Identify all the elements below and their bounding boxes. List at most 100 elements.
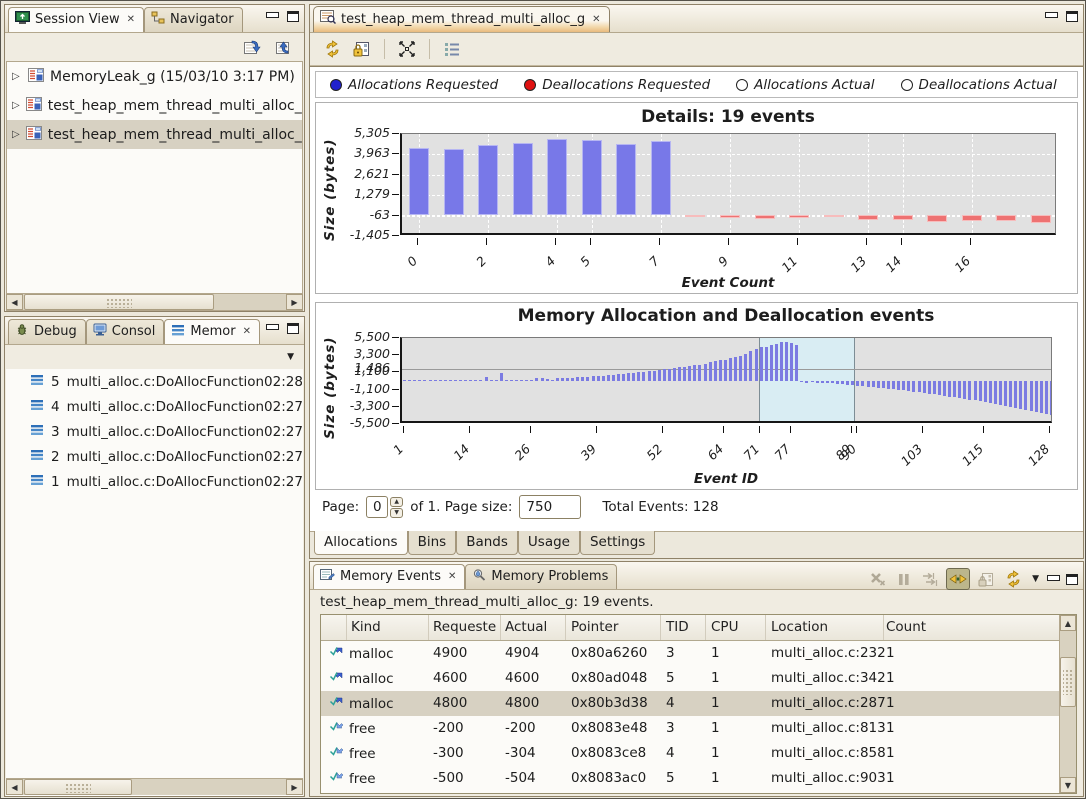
allocation-bar bbox=[561, 378, 564, 381]
minimize-button[interactable] bbox=[266, 323, 279, 334]
tab-navigator-label: Navigator bbox=[170, 12, 234, 27]
deallocation-bar bbox=[877, 381, 880, 388]
overview-chart-plot[interactable] bbox=[400, 337, 1052, 423]
deallocation-bar bbox=[1050, 381, 1052, 415]
minimize-button[interactable] bbox=[1045, 11, 1058, 22]
tab-session-view[interactable]: Session View ✕ bbox=[8, 7, 144, 32]
column-header-location[interactable]: Location bbox=[771, 619, 828, 635]
minimize-button[interactable] bbox=[266, 11, 279, 22]
remove-events-button-disabled[interactable] bbox=[868, 569, 888, 589]
legend-item-label: Allocations Actual bbox=[754, 77, 874, 93]
lock-view-button[interactable] bbox=[350, 37, 374, 61]
scroll-thumb[interactable] bbox=[24, 779, 132, 795]
callstack-item[interactable]: 2multi_alloc.c:DoAllocFunction02:277 bbox=[6, 444, 303, 469]
column-header-count[interactable]: Count bbox=[886, 619, 926, 635]
scroll-left-button[interactable]: ◀ bbox=[6, 779, 23, 795]
tab-editor[interactable]: test_heap_mem_thread_multi_alloc_g ✕ bbox=[313, 6, 610, 32]
scroll-up-button[interactable]: ▲ bbox=[1060, 615, 1076, 631]
analysis-tab-settings[interactable]: Settings bbox=[580, 531, 655, 555]
callstack-item[interactable]: 4multi_alloc.c:DoAllocFunction02:277 bbox=[6, 394, 303, 419]
tab-memory-events[interactable]: Memory Events ✕ bbox=[313, 564, 465, 589]
deallocation-bar bbox=[958, 381, 961, 398]
cell-actual: 4904 bbox=[505, 645, 539, 661]
page-spin-down-button[interactable]: ▼ bbox=[390, 508, 403, 518]
page-spin-up-button[interactable]: ▲ bbox=[390, 497, 403, 507]
kind-label: free bbox=[349, 746, 376, 762]
allocation-bar bbox=[683, 367, 686, 381]
callstack-item[interactable]: 5multi_alloc.c:DoAllocFunction02:287 bbox=[6, 369, 303, 394]
analysis-tab-bands[interactable]: Bands bbox=[456, 531, 518, 555]
refresh-button[interactable] bbox=[320, 37, 344, 61]
page-size-input[interactable]: 750 bbox=[519, 495, 581, 519]
session-tree-item[interactable]: ▷test_heap_mem_thread_multi_alloc_g (1 bbox=[7, 120, 302, 149]
scroll-right-button[interactable]: ▶ bbox=[286, 294, 303, 310]
view-menu-icon[interactable]: ▼ bbox=[287, 352, 294, 362]
table-row[interactable]: free-500-5040x8083ac051multi_alloc.c:903… bbox=[321, 766, 1059, 791]
tab-navigator[interactable]: Navigator bbox=[144, 7, 243, 32]
import-session-button[interactable] bbox=[272, 35, 296, 59]
close-icon[interactable]: ✕ bbox=[125, 14, 135, 25]
maximize-button[interactable] bbox=[287, 11, 299, 22]
table-row[interactable]: free-300-3040x8083ce841multi_alloc.c:858… bbox=[321, 741, 1059, 766]
view-menu-icon[interactable]: ▼ bbox=[1032, 574, 1039, 584]
column-header-actual[interactable]: Actual bbox=[505, 619, 547, 635]
close-icon[interactable]: ✕ bbox=[446, 571, 456, 582]
column-header-cpu[interactable]: CPU bbox=[711, 619, 738, 635]
table-row[interactable]: malloc460046000x80ad04851multi_alloc.c:3… bbox=[321, 666, 1059, 691]
cell-count: 1 bbox=[886, 645, 895, 661]
cell-requested: 4800 bbox=[433, 695, 467, 711]
callstack-item[interactable]: 3multi_alloc.c:DoAllocFunction02:277 bbox=[6, 419, 303, 444]
table-row[interactable]: malloc480048000x80b3d3841multi_alloc.c:2… bbox=[321, 691, 1059, 716]
tab-console[interactable]: Consol bbox=[86, 319, 165, 344]
maximize-button[interactable] bbox=[1066, 574, 1078, 585]
column-header-requeste[interactable]: Requeste bbox=[433, 619, 496, 635]
fit-to-view-button[interactable] bbox=[395, 37, 419, 61]
allocation-bar bbox=[408, 380, 411, 381]
table-row[interactable]: malloc490049040x80a626031multi_alloc.c:2… bbox=[321, 641, 1059, 666]
page-label: Page: bbox=[322, 499, 359, 515]
collapse-to-band-button[interactable] bbox=[946, 568, 970, 590]
legend-item: Deallocations Actual bbox=[901, 77, 1057, 93]
maximize-button[interactable] bbox=[1066, 11, 1078, 22]
legend-list-button[interactable] bbox=[440, 37, 464, 61]
close-icon[interactable]: ✕ bbox=[241, 326, 251, 337]
maximize-button[interactable] bbox=[287, 323, 299, 334]
lock-events-button-disabled[interactable] bbox=[976, 569, 996, 589]
tab-debug[interactable]: Debug bbox=[8, 319, 86, 344]
scroll-lock-button-disabled[interactable] bbox=[920, 569, 940, 589]
scroll-thumb[interactable] bbox=[24, 294, 214, 310]
selection-band[interactable] bbox=[759, 338, 856, 421]
pause-events-button-disabled[interactable] bbox=[894, 569, 914, 589]
allocation-bar bbox=[719, 360, 722, 381]
scroll-thumb[interactable] bbox=[1060, 657, 1076, 707]
deallocation-bar bbox=[882, 381, 885, 388]
scroll-down-button[interactable]: ▼ bbox=[1060, 777, 1076, 793]
column-header-kind[interactable]: Kind bbox=[351, 619, 381, 635]
collapsed-arrow-icon[interactable]: ▷ bbox=[12, 129, 20, 140]
column-header-pointer[interactable]: Pointer bbox=[571, 619, 618, 635]
refresh-events-button[interactable] bbox=[1002, 569, 1024, 589]
load-session-button[interactable] bbox=[240, 35, 264, 59]
collapsed-arrow-icon[interactable]: ▷ bbox=[12, 100, 20, 111]
cell-requested: -500 bbox=[433, 770, 464, 786]
column-header-tid[interactable]: TID bbox=[666, 619, 689, 635]
allocation-bar bbox=[648, 371, 651, 381]
page-spinner-value[interactable]: 0 bbox=[366, 496, 388, 518]
details-chart-plot[interactable] bbox=[400, 133, 1056, 235]
scroll-right-button[interactable]: ▶ bbox=[286, 779, 303, 795]
analysis-tab-usage[interactable]: Usage bbox=[518, 531, 580, 555]
callstack-item-label: multi_alloc.c:DoAllocFunction02:277 bbox=[67, 449, 303, 465]
callstack-item[interactable]: 1multi_alloc.c:DoAllocFunction02:277 bbox=[6, 469, 303, 494]
analysis-tab-allocations[interactable]: Allocations bbox=[314, 531, 408, 555]
collapsed-arrow-icon[interactable]: ▷ bbox=[12, 71, 22, 82]
tab-memory-problems[interactable]: Memory Problems bbox=[465, 564, 617, 589]
minimize-button[interactable] bbox=[1047, 574, 1060, 585]
analysis-tab-bins[interactable]: Bins bbox=[408, 531, 457, 555]
session-tree-item[interactable]: ▷test_heap_mem_thread_multi_alloc_g (1 bbox=[7, 91, 302, 120]
close-icon[interactable]: ✕ bbox=[590, 14, 600, 25]
details-chart-title: Details: 19 events bbox=[400, 107, 1056, 127]
table-row[interactable]: free-200-2000x8083e4831multi_alloc.c:813… bbox=[321, 716, 1059, 741]
session-tree-item[interactable]: ▷MemoryLeak_g (15/03/10 3:17 PM) bbox=[7, 62, 302, 91]
scroll-left-button[interactable]: ◀ bbox=[6, 294, 23, 310]
tab-memory[interactable]: Memor ✕ bbox=[164, 319, 260, 344]
